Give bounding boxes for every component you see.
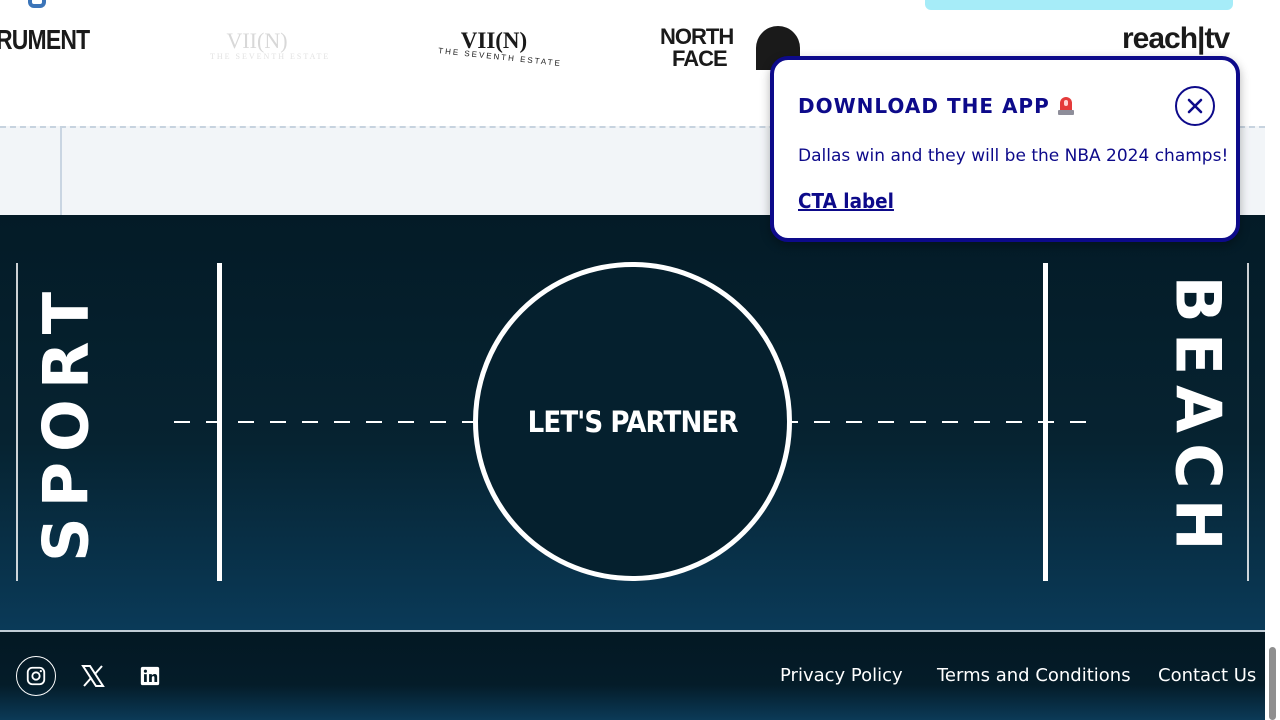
logo-faded: VII(N) THE SEVENTH ESTATE — [210, 28, 331, 61]
lets-partner-label: LET'S PARTNER — [527, 404, 739, 439]
privacy-policy-link[interactable]: Privacy Policy — [780, 665, 903, 686]
band-divider-line — [60, 128, 62, 217]
logo-instrument: RUMENT — [0, 24, 90, 55]
logo-north-face: NORTH FACE — [660, 24, 800, 71]
court-word-beach: BEACH — [1161, 275, 1235, 561]
linkedin-icon — [140, 666, 160, 686]
instagram-link[interactable] — [16, 656, 56, 696]
popup-close-button[interactable] — [1175, 86, 1215, 126]
court-word-sport: SPORT — [29, 281, 103, 563]
linkedin-link[interactable] — [130, 656, 170, 696]
brand-mark-icon — [28, 0, 46, 8]
site-footer: Privacy Policy Terms and Conditions Cont… — [0, 630, 1265, 720]
contact-us-link[interactable]: Contact Us — [1158, 665, 1256, 686]
terms-link[interactable]: Terms and Conditions — [937, 665, 1131, 686]
popup-cta-link[interactable]: CTA label — [798, 189, 894, 213]
logo-north-line1: NORTH — [660, 24, 734, 49]
close-icon — [1187, 98, 1203, 114]
logo-north-line2: FACE — [672, 46, 728, 71]
court-outer-left-line — [16, 263, 18, 581]
instagram-icon — [26, 666, 46, 686]
x-link[interactable] — [73, 656, 113, 696]
court-section: SPORT BEACH LET'S PARTNER — [0, 215, 1265, 630]
siren-icon — [1057, 95, 1074, 115]
popup-body-text: Dallas win and they will be the NBA 2024… — [798, 146, 1229, 166]
top-cyan-tab[interactable] — [925, 0, 1233, 10]
court-outer-right-line — [1247, 263, 1249, 581]
logo-faded-name: VII(N) — [226, 28, 288, 53]
logo-faded-sub: THE SEVENTH ESTATE — [210, 52, 331, 61]
logo-reach-tv: reach|tv — [1122, 22, 1230, 55]
logo-seventh-estate: VII(N) THE SEVENTH ESTATE — [438, 28, 562, 68]
popup-title-text: DOWNLOAD THE APP — [798, 94, 1050, 118]
popup-title: DOWNLOAD THE APP — [798, 94, 1074, 118]
lets-partner-button[interactable]: LET'S PARTNER — [473, 262, 792, 581]
download-app-popup: DOWNLOAD THE APP Dallas win and they wil… — [770, 56, 1240, 242]
scrollbar-thumb[interactable] — [1269, 647, 1276, 720]
x-icon — [81, 665, 105, 687]
page-scrollbar[interactable] — [1265, 0, 1280, 720]
